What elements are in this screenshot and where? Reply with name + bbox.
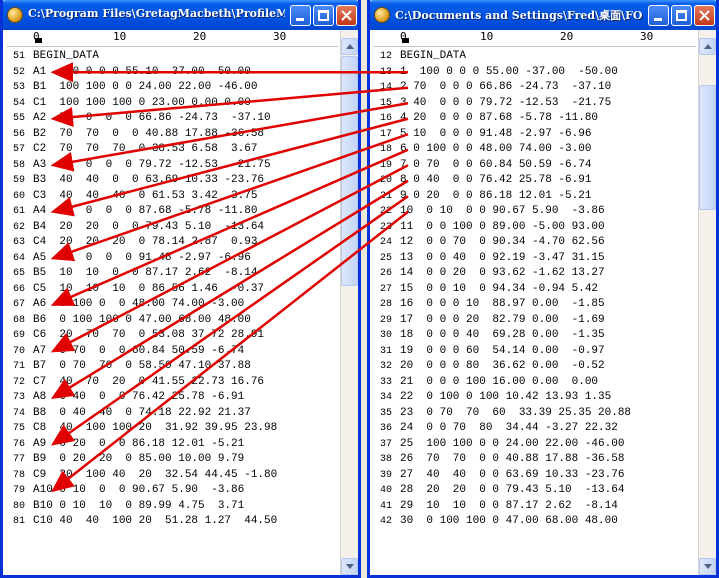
- annotation-arrow: [51, 210, 409, 493]
- annotation-arrows-overlay: [50, 62, 409, 493]
- annotation-arrow: [50, 195, 409, 446]
- annotation-arrow: [50, 164, 409, 353]
- annotation-arrow: [50, 102, 409, 172]
- annotation-arrow: [50, 148, 409, 306]
- annotation-arrow: [50, 133, 409, 262]
- annotation-arrow: [50, 179, 409, 400]
- annotation-arrow: [50, 86, 409, 127]
- annotation-arrow: [50, 117, 409, 217]
